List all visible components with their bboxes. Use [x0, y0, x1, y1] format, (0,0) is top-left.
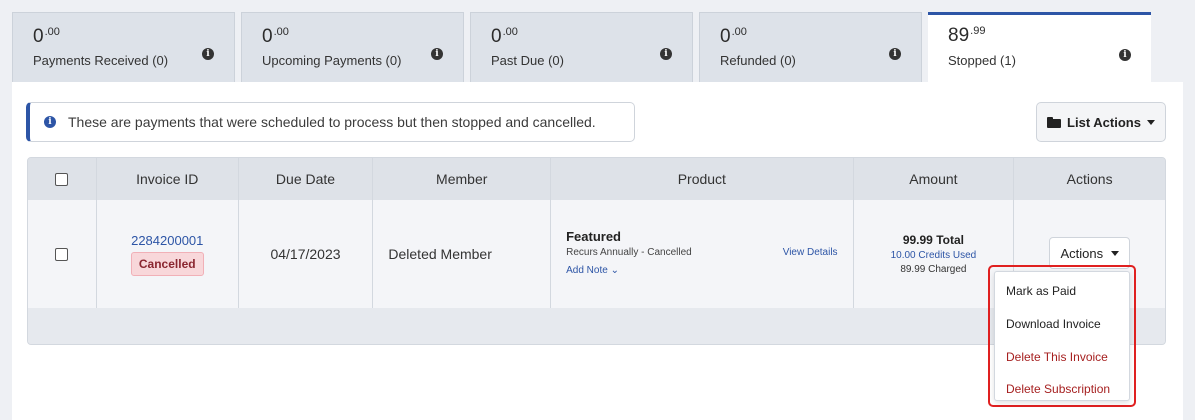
header-member-label: Member: [436, 171, 488, 187]
caret-down-icon: [1111, 250, 1120, 256]
actions-menu-highlight: Mark as Paid Download Invoice Delete Thi…: [988, 265, 1136, 407]
row-checkbox[interactable]: [55, 247, 69, 261]
tab-amount: 0.00: [262, 26, 289, 47]
tab-amount: 89.99: [948, 25, 986, 46]
due-date-cell: 04/17/2023: [239, 200, 374, 308]
menu-item-delete-invoice[interactable]: Delete This Invoice: [1006, 350, 1108, 364]
caret-down-icon: [1146, 119, 1155, 125]
header-member: Member: [373, 158, 552, 200]
menu-item-download-invoice[interactable]: Download Invoice: [1006, 317, 1101, 331]
info-notice: i These are payments that were scheduled…: [26, 102, 635, 142]
amount-total: 99.99 Total: [902, 233, 964, 247]
tab-label: Stopped (1): [948, 53, 1016, 68]
tab-amount: 0.00: [33, 26, 60, 47]
row-select-cell: [28, 200, 97, 308]
product-recurrence: Recurs Annually - Cancelled: [566, 247, 692, 258]
view-details-link[interactable]: View Details: [783, 247, 838, 258]
list-actions-label: List Actions: [1067, 114, 1141, 130]
tab-upcoming-payments[interactable]: 0.00 Upcoming Payments (0) i: [241, 12, 464, 82]
info-icon[interactable]: i: [660, 48, 672, 60]
header-actions: Actions: [1066, 171, 1113, 187]
tab-label: Past Due (0): [491, 53, 564, 68]
tab-past-due[interactable]: 0.00 Past Due (0) i: [470, 12, 693, 82]
info-icon[interactable]: i: [431, 48, 443, 60]
status-badge: Cancelled: [130, 251, 204, 276]
menu-item-delete-subscription[interactable]: Delete Subscription: [1006, 382, 1110, 396]
credits-used: 10.00 Credits Used: [890, 250, 977, 261]
tab-amount: 0.00: [720, 26, 747, 47]
menu-item-mark-as-paid[interactable]: Mark as Paid: [1006, 284, 1076, 298]
info-icon[interactable]: i: [889, 48, 901, 60]
info-icon: i: [44, 116, 56, 128]
tab-amount: 0.00: [491, 26, 518, 47]
header-product: Product: [551, 158, 854, 200]
add-note-link[interactable]: Add Note ⌄: [566, 265, 619, 276]
member-cell: Deleted Member: [373, 200, 552, 308]
tab-label: Refunded (0): [720, 53, 796, 68]
tab-label: Payments Received (0): [33, 53, 169, 68]
table-header: Invoice ID Due Date Member Product Amoun…: [28, 158, 1165, 200]
add-note-label: Add Note: [566, 265, 608, 276]
actions-menu: Mark as Paid Download Invoice Delete Thi…: [994, 271, 1130, 401]
folder-open-icon: [1047, 116, 1062, 128]
select-all-checkbox[interactable]: [55, 172, 69, 186]
product-name: Featured: [566, 229, 621, 244]
header-select-cell: [28, 158, 97, 200]
invoice-id-link[interactable]: 2284200001: [131, 233, 203, 248]
header-due-date: Due Date: [239, 158, 374, 200]
tab-refunded[interactable]: 0.00 Refunded (0) i: [699, 12, 922, 82]
header-amount: Amount: [854, 158, 1015, 200]
header-invoice-id: Invoice ID: [97, 158, 239, 200]
info-icon[interactable]: i: [1119, 49, 1131, 61]
product-cell: Featured Recurs Annually - Cancelled Add…: [551, 200, 854, 308]
tab-payments-received[interactable]: 0.00 Payments Received (0) i: [12, 12, 235, 82]
invoice-id-cell: 2284200001 Cancelled: [97, 200, 239, 308]
chevron-down-icon: ⌄: [610, 265, 619, 276]
tab-stopped[interactable]: 89.99 Stopped (1) i: [928, 12, 1151, 84]
notice-text: These are payments that were scheduled t…: [68, 114, 596, 130]
actions-label: Actions: [1060, 245, 1104, 261]
amount-charged: 89.99 Charged: [900, 264, 967, 275]
tab-label: Upcoming Payments (0): [262, 53, 402, 68]
info-icon[interactable]: i: [202, 48, 214, 60]
list-actions-button[interactable]: List Actions: [1036, 102, 1166, 142]
